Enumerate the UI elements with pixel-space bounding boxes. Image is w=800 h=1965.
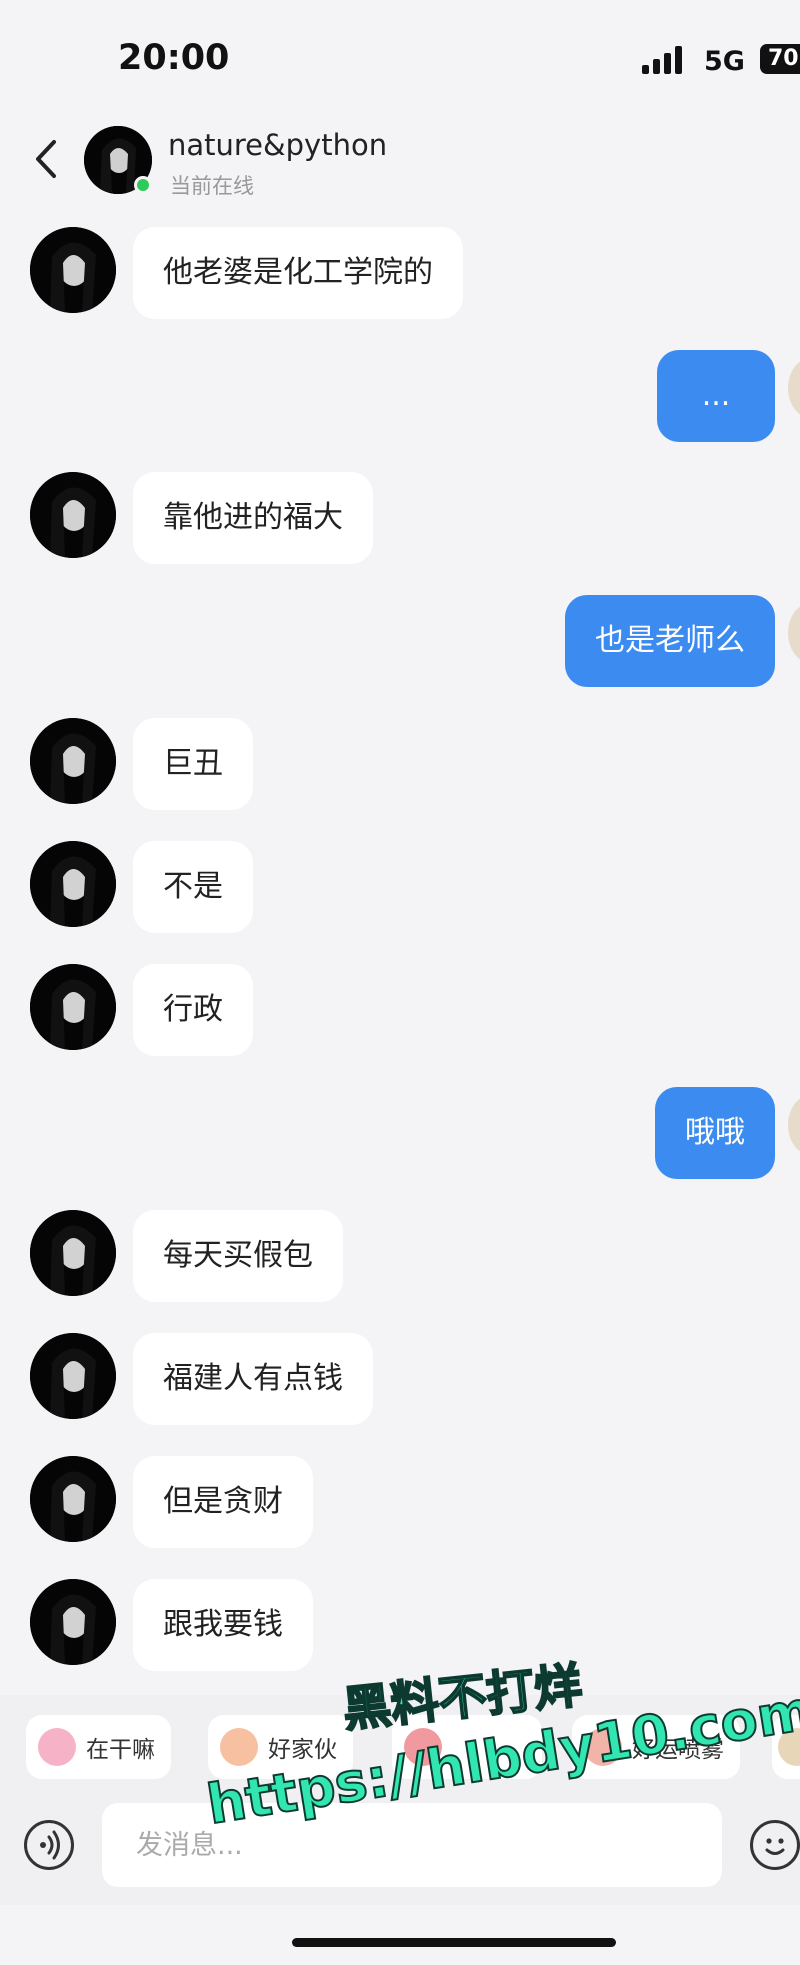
sender-avatar[interactable] bbox=[30, 1333, 116, 1419]
message-bubble[interactable]: 他老婆是化工学院的 bbox=[133, 227, 463, 319]
sender-avatar[interactable] bbox=[30, 718, 116, 804]
self-avatar[interactable] bbox=[788, 603, 800, 663]
sender-avatar[interactable] bbox=[30, 227, 116, 313]
message-input[interactable] bbox=[102, 1803, 722, 1887]
message-bubble[interactable]: 但是贪财 bbox=[133, 1456, 313, 1548]
self-avatar[interactable] bbox=[788, 358, 800, 418]
emoji-button[interactable] bbox=[750, 1820, 800, 1870]
message-bubble[interactable]: 不是 bbox=[133, 841, 253, 933]
home-indicator bbox=[292, 1938, 616, 1947]
quick-reply-bar: 在干嘛 好家伙 好运喷雾 bbox=[0, 1695, 800, 1795]
status-bar: 20:00 5G 70 bbox=[0, 0, 800, 110]
message-outgoing: 也是老师么 bbox=[0, 595, 800, 687]
message-incoming: 不是 bbox=[0, 841, 800, 933]
status-time: 20:00 bbox=[118, 38, 230, 78]
back-button[interactable] bbox=[26, 134, 66, 184]
sender-avatar[interactable] bbox=[30, 1579, 116, 1665]
message-incoming: 巨丑 bbox=[0, 718, 800, 810]
sender-avatar[interactable] bbox=[30, 1210, 116, 1296]
self-avatar[interactable] bbox=[788, 1095, 800, 1155]
sticker-icon bbox=[220, 1728, 258, 1766]
online-status-dot bbox=[134, 176, 152, 194]
quick-reply-chip[interactable] bbox=[392, 1715, 542, 1779]
message-bubble[interactable]: 每天买假包 bbox=[133, 1210, 343, 1302]
message-incoming: 他老婆是化工学院的 bbox=[0, 227, 800, 319]
voice-button[interactable] bbox=[24, 1820, 74, 1870]
sender-avatar[interactable] bbox=[30, 841, 116, 927]
message-bubble[interactable]: 靠他进的福大 bbox=[133, 472, 373, 564]
battery-icon: 70 bbox=[760, 44, 800, 74]
quick-reply-chip[interactable]: 在干嘛 bbox=[26, 1715, 171, 1779]
message-outgoing: ... bbox=[0, 350, 800, 442]
sticker-icon bbox=[584, 1728, 622, 1766]
signal-icon bbox=[642, 44, 682, 74]
sender-avatar[interactable] bbox=[30, 1456, 116, 1542]
message-incoming: 但是贪财 bbox=[0, 1456, 800, 1548]
message-incoming: 每天买假包 bbox=[0, 1210, 800, 1302]
quick-reply-label: 在干嘛 bbox=[86, 1737, 155, 1763]
network-type: 5G bbox=[704, 46, 745, 77]
message-incoming: 跟我要钱 bbox=[0, 1579, 800, 1671]
message-bubble[interactable]: 哦哦 bbox=[655, 1087, 775, 1179]
voice-icon bbox=[40, 1830, 60, 1860]
message-bubble[interactable]: 跟我要钱 bbox=[133, 1579, 313, 1671]
quick-reply-label: 好家伙 bbox=[268, 1737, 337, 1763]
sticker-icon bbox=[404, 1728, 442, 1766]
chat-header: nature&python 当前在线 bbox=[0, 110, 800, 210]
quick-reply-chip[interactable] bbox=[772, 1715, 800, 1779]
message-input-row bbox=[0, 1795, 800, 1905]
message-bubble[interactable]: 也是老师么 bbox=[565, 595, 775, 687]
message-bubble[interactable]: ... bbox=[657, 350, 775, 442]
quick-reply-chip[interactable]: 好运喷雾 bbox=[572, 1715, 740, 1779]
message-incoming: 行政 bbox=[0, 964, 800, 1056]
message-outgoing: 哦哦 bbox=[0, 1087, 800, 1179]
message-incoming: 福建人有点钱 bbox=[0, 1333, 800, 1425]
message-bubble[interactable]: 福建人有点钱 bbox=[133, 1333, 373, 1425]
sticker-icon bbox=[38, 1728, 76, 1766]
quick-reply-chip[interactable]: 好家伙 bbox=[208, 1715, 353, 1779]
sticker-icon bbox=[778, 1728, 800, 1766]
quick-reply-label: 好运喷雾 bbox=[632, 1737, 724, 1763]
sender-avatar[interactable] bbox=[30, 964, 116, 1050]
message-bubble[interactable]: 行政 bbox=[133, 964, 253, 1056]
contact-status: 当前在线 bbox=[170, 174, 254, 198]
message-bubble[interactable]: 巨丑 bbox=[133, 718, 253, 810]
smile-icon bbox=[765, 1838, 785, 1855]
contact-name[interactable]: nature&python bbox=[168, 128, 387, 162]
message-incoming: 靠他进的福大 bbox=[0, 472, 800, 564]
chevron-left-icon bbox=[36, 140, 56, 178]
sender-avatar[interactable] bbox=[30, 472, 116, 558]
